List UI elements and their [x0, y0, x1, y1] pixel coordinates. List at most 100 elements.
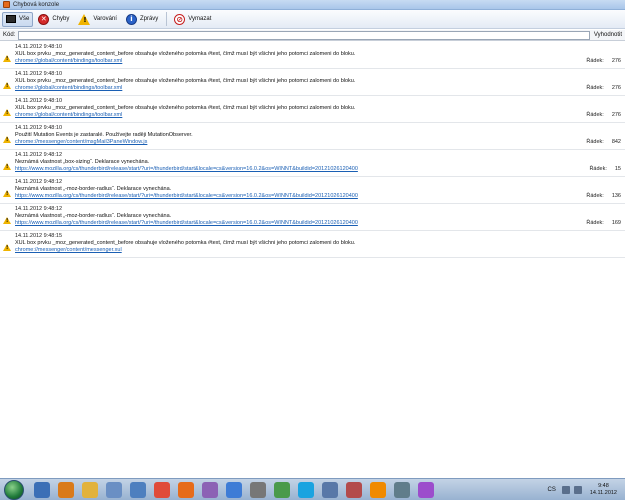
code-input[interactable] — [18, 30, 590, 40]
entry-message: XUL box prvku _moz_generated_content_bef… — [15, 105, 356, 111]
entry-source-link[interactable]: https://www.mozilla.org/cs/thunderbird/r… — [15, 220, 535, 227]
warning-icon — [3, 55, 11, 62]
entry-timestamp: 14.11.2012 9:48:10 — [15, 44, 62, 50]
filter-all-button[interactable]: Vše — [2, 11, 34, 27]
warning-icon — [78, 13, 91, 25]
entry-source-link[interactable]: chrome://global/content/bindings/toolbar… — [15, 58, 535, 65]
toolbar-separator — [166, 12, 168, 26]
filter-warnings-label: Varování — [93, 16, 117, 22]
error-icon: ✕ — [38, 13, 50, 25]
app-icon[interactable] — [394, 481, 410, 498]
log-entry[interactable]: 14.11.2012 9:48:10XUL box prvku _moz_gen… — [0, 69, 625, 96]
entry-message: XUL box prvku _moz_generated_content_bef… — [15, 51, 356, 57]
network-icon[interactable] — [561, 485, 570, 494]
entry-line-info: Řádek: 15 — [589, 166, 621, 173]
entry-source-link[interactable]: chrome://global/content/bindings/toolbar… — [15, 85, 535, 92]
entry-source-link[interactable]: chrome://messenger/content/messenger.xul — [15, 247, 535, 254]
entry-line-label: Řádek: — [586, 112, 604, 118]
app-icon[interactable] — [322, 481, 338, 498]
evaluate-button[interactable]: Vyhodnotit — [594, 32, 622, 38]
warning-icon — [3, 109, 11, 116]
message-log[interactable]: 14.11.2012 9:48:10XUL box prvku _moz_gen… — [0, 42, 625, 258]
entry-line-info: Řádek: 276 — [586, 85, 621, 92]
entry-source-link[interactable]: chrome://messenger/content/msgMail3PaneW… — [15, 139, 535, 146]
entry-message: Neznámá vlastnost „-moz-border-radius“. … — [15, 213, 172, 219]
entry-line-info: Řádek: 169 — [586, 220, 621, 227]
log-entry[interactable]: 14.11.2012 9:48:10XUL box prvku _moz_gen… — [0, 96, 625, 123]
log-entry[interactable]: 14.11.2012 9:48:12Neznámá vlastnost „-mo… — [0, 177, 625, 204]
filter-all-label: Vše — [19, 16, 30, 22]
clock[interactable]: 9:48 14.11.2012 — [590, 483, 617, 497]
toolbar: Vše ✕ Chyby Varování i Zprávy ⊘ Vymazat — [0, 10, 625, 29]
warning-icon — [3, 82, 11, 89]
entry-timestamp: 14.11.2012 9:48:12 — [15, 152, 62, 158]
folder-icon[interactable] — [82, 481, 98, 498]
entry-line-number: 276 — [611, 85, 621, 91]
entry-line-info: Řádek: 276 — [586, 112, 621, 119]
entry-timestamp: 14.11.2012 9:48:15 — [15, 233, 62, 239]
warning-icon — [3, 190, 11, 197]
entry-source-link[interactable]: https://www.mozilla.org/cs/thunderbird/r… — [15, 193, 535, 200]
chrome-icon[interactable] — [154, 481, 170, 498]
app-icon[interactable] — [274, 481, 290, 498]
entry-source-link[interactable]: chrome://global/content/bindings/toolbar… — [15, 112, 535, 119]
entry-source-link[interactable]: https://www.mozilla.org/cs/thunderbird/r… — [15, 166, 535, 173]
app-icon[interactable] — [202, 481, 218, 498]
app-icon — [3, 1, 10, 8]
language-indicator[interactable]: CS — [548, 487, 556, 493]
log-entry[interactable]: 14.11.2012 9:48:10Použití Mutation Event… — [0, 123, 625, 150]
warning-icon — [3, 163, 11, 170]
entry-message: XUL box prvku _moz_generated_content_bef… — [15, 78, 356, 84]
clock-time: 9:48 — [598, 482, 609, 489]
log-entry[interactable]: 14.11.2012 9:48:12Neznámá vlastnost „box… — [0, 150, 625, 177]
filter-errors-button[interactable]: ✕ Chyby — [34, 12, 73, 27]
info-icon: i — [125, 13, 137, 25]
explorer-icon[interactable] — [34, 481, 50, 498]
warning-icon — [3, 244, 11, 251]
entry-line-label: Řádek: — [586, 58, 604, 64]
entry-line-number: 276 — [611, 112, 621, 118]
filter-warnings-button[interactable]: Varování — [74, 12, 121, 27]
window-title: Chybová konzole — [13, 1, 60, 8]
log-entry[interactable]: 14.11.2012 9:48:15XUL box prvku _moz_gen… — [0, 231, 625, 258]
volume-icon[interactable] — [573, 485, 582, 494]
entry-line-label: Řádek: — [586, 220, 604, 226]
app-icon[interactable] — [130, 481, 146, 498]
entry-line-label: Řádek: — [586, 193, 604, 199]
entry-timestamp: 14.11.2012 9:48:10 — [15, 98, 62, 104]
thunderbird-icon[interactable] — [226, 481, 242, 498]
skype-icon[interactable] — [298, 481, 314, 498]
entry-line-number: 169 — [611, 220, 621, 226]
entry-line-info: Řádek: 276 — [586, 58, 621, 65]
app-icon[interactable] — [418, 481, 434, 498]
all-messages-icon — [6, 15, 16, 23]
entry-message: Neznámá vlastnost „-moz-border-radius“. … — [15, 186, 172, 192]
entry-message: XUL box prvku _moz_generated_content_bef… — [15, 240, 356, 246]
entry-message: Neznámá vlastnost „box-sizing“. Deklarac… — [15, 159, 150, 165]
media-icon[interactable] — [58, 481, 74, 498]
app-icon[interactable] — [346, 481, 362, 498]
firefox-icon[interactable] — [178, 481, 194, 498]
entry-timestamp: 14.11.2012 9:48:10 — [15, 125, 62, 131]
entry-timestamp: 14.11.2012 9:48:12 — [15, 179, 62, 185]
entry-line-info: Řádek: 842 — [586, 139, 621, 146]
clear-button[interactable]: ⊘ Vymazat — [170, 12, 215, 27]
log-entry[interactable]: 14.11.2012 9:48:12Neznámá vlastnost „-mo… — [0, 204, 625, 231]
taskbar: CS 9:48 14.11.2012 — [0, 478, 625, 500]
filter-errors-label: Chyby — [52, 16, 70, 22]
entry-line-info — [613, 247, 621, 254]
start-button[interactable] — [4, 479, 24, 500]
clock-date: 14.11.2012 — [589, 489, 617, 496]
system-tray: CS 9:48 14.11.2012 — [548, 483, 625, 497]
filter-messages-button[interactable]: i Zprávy — [122, 12, 162, 27]
entry-line-label: Řádek: — [586, 85, 604, 91]
entry-timestamp: 14.11.2012 9:48:12 — [15, 206, 62, 212]
app-icon[interactable] — [250, 481, 266, 498]
log-entry[interactable]: 14.11.2012 9:48:10XUL box prvku _moz_gen… — [0, 42, 625, 69]
taskbar-icons — [30, 481, 438, 498]
warning-icon — [3, 217, 11, 224]
clear-label: Vymazat — [188, 16, 212, 22]
clear-icon: ⊘ — [174, 13, 186, 25]
vlc-icon[interactable] — [370, 481, 386, 498]
paint-icon[interactable] — [106, 481, 122, 498]
